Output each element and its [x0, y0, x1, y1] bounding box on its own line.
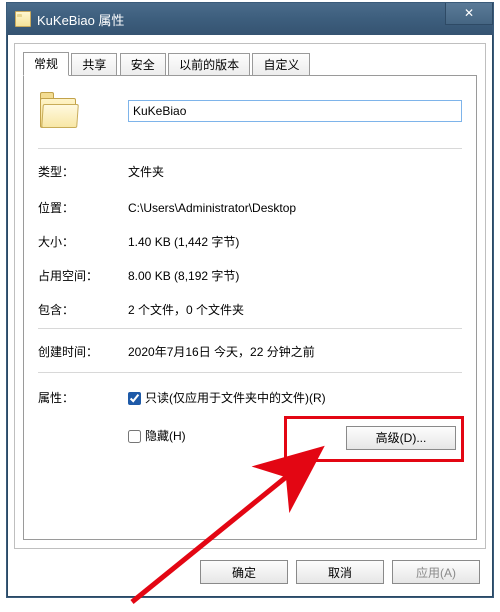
value-size-on-disk: 8.00 KB (8,192 字节) — [128, 266, 462, 286]
close-icon: ✕ — [464, 6, 474, 20]
dialog-buttons: 确定 取消 应用(A) — [14, 555, 486, 589]
close-button[interactable]: ✕ — [445, 3, 493, 25]
separator — [38, 328, 462, 329]
window-title: KuKeBiao 属性 — [37, 10, 124, 29]
tab-customize[interactable]: 自定义 — [252, 53, 310, 76]
row-type: 类型： 文件夹 — [38, 162, 462, 182]
properties-window: KuKeBiao 属性 ✕ 常规 共享 安全 以前的版本 自定义 — [6, 2, 494, 598]
value-location: C:\Users\Administrator\Desktop — [128, 198, 462, 218]
folder-name-input[interactable] — [128, 100, 462, 122]
value-size: 1.40 KB (1,442 字节) — [128, 232, 462, 252]
label-size: 大小： — [38, 232, 118, 252]
label-contains: 包含： — [38, 300, 118, 320]
folder-large-icon — [38, 92, 80, 132]
folder-icon — [15, 11, 31, 27]
label-size-on-disk: 占用空间： — [38, 266, 118, 286]
client-area: 常规 共享 安全 以前的版本 自定义 类型： 文件夹 — [14, 43, 486, 549]
ok-button[interactable]: 确定 — [200, 560, 288, 584]
tab-security[interactable]: 安全 — [120, 53, 166, 76]
label-type: 类型： — [38, 162, 118, 182]
checkbox-readonly[interactable] — [128, 392, 141, 405]
checkbox-hidden[interactable] — [128, 430, 141, 443]
value-contains: 2 个文件，0 个文件夹 — [128, 300, 462, 320]
tab-sharing[interactable]: 共享 — [71, 53, 117, 76]
header-row — [38, 90, 462, 140]
tab-previous-versions[interactable]: 以前的版本 — [168, 53, 250, 76]
advanced-button[interactable]: 高级(D)... — [346, 426, 456, 450]
titlebar[interactable]: KuKeBiao 属性 ✕ — [7, 3, 493, 35]
tab-general[interactable]: 常规 — [23, 52, 69, 76]
row-size-on-disk: 占用空间： 8.00 KB (8,192 字节) — [38, 266, 462, 286]
row-contains: 包含： 2 个文件，0 个文件夹 — [38, 300, 462, 320]
row-size: 大小： 1.40 KB (1,442 字节) — [38, 232, 462, 252]
apply-button[interactable]: 应用(A) — [392, 560, 480, 584]
label-attributes: 属性： — [38, 388, 118, 408]
cancel-button[interactable]: 取消 — [296, 560, 384, 584]
separator — [38, 148, 462, 149]
tabstrip: 常规 共享 安全 以前的版本 自定义 — [23, 52, 477, 76]
row-created: 创建时间： 2020年7月16日 今天，22 分钟之前 — [38, 342, 462, 362]
label-location: 位置： — [38, 198, 118, 218]
label-readonly: 只读(仅应用于文件夹中的文件)(R) — [145, 388, 326, 408]
separator — [38, 372, 462, 373]
label-hidden: 隐藏(H) — [145, 426, 186, 446]
row-location: 位置： C:\Users\Administrator\Desktop — [38, 198, 462, 218]
tab-panel-general: 类型： 文件夹 位置： C:\Users\Administrator\Deskt… — [23, 75, 477, 540]
row-attributes: 属性： 只读(仅应用于文件夹中的文件)(R) — [38, 388, 462, 408]
label-created: 创建时间： — [38, 342, 118, 362]
value-type: 文件夹 — [128, 162, 462, 182]
value-created: 2020年7月16日 今天，22 分钟之前 — [128, 342, 462, 362]
